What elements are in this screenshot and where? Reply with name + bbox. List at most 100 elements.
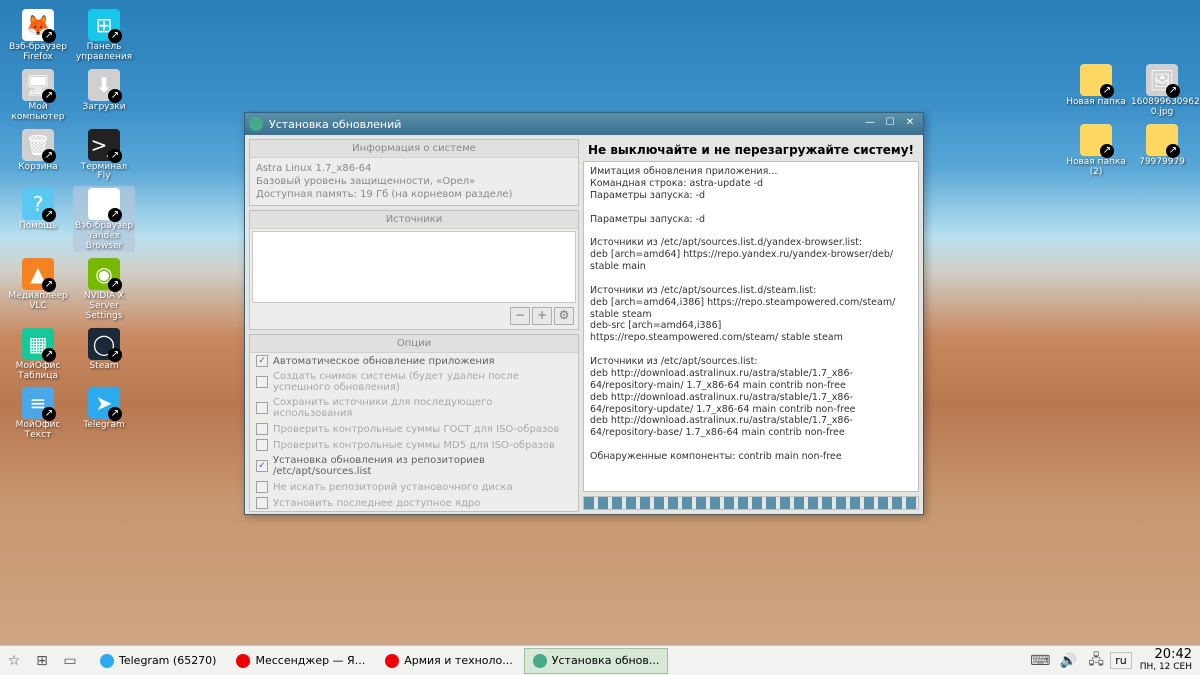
language-indicator[interactable]: ru: [1110, 652, 1132, 669]
desktop-icon-label: Новая папка: [1065, 98, 1127, 108]
downloads-icon: ⬇↗: [88, 69, 120, 101]
sources-list[interactable]: [252, 231, 576, 303]
sysinfo-panel: Информация о системе Astra Linux 1.7_x86…: [249, 139, 579, 206]
start-button[interactable]: ☆: [2, 649, 26, 673]
telegram-icon: ➤↗: [88, 387, 120, 419]
warning-text: Не выключайте и не перезагружайте систем…: [583, 139, 919, 161]
option-5[interactable]: ✓ Установка обновления из репозиториев /e…: [250, 453, 578, 479]
desktop-icon-label: Steam: [73, 362, 135, 372]
source-add-button[interactable]: +: [532, 307, 552, 325]
desktop-icon-label: Вэб-браузер Firefox: [7, 43, 69, 63]
desktop-icon-yandex-browser[interactable]: Y↗Вэб-браузер Yandex Browser: [73, 186, 135, 252]
file-manager-button[interactable]: ▭: [58, 649, 82, 673]
desktop-icon-my-computer[interactable]: 🖥↗Мой компьютер: [7, 67, 69, 123]
desktop-icon-folder2[interactable]: ↗Новая папка (2): [1065, 122, 1127, 178]
volume-icon[interactable]: 🔊: [1056, 649, 1080, 673]
checkbox-icon: [256, 481, 268, 493]
desktop-icon-label: МойОфис Таблица: [7, 362, 69, 382]
firefox-icon: 🦊↗: [22, 9, 54, 41]
desktop-icon-label: Корзина: [7, 163, 69, 173]
telegram-icon: [100, 654, 114, 668]
sysinfo-text: Astra Linux 1.7_x86-64 Базовый уровень з…: [250, 158, 578, 205]
desktop-icon-nvidia[interactable]: ◉↗NVIDIA X Server Settings: [73, 256, 135, 322]
help-icon: ?↗: [22, 188, 54, 220]
desktop-icon-control-panel[interactable]: ⊞↗Панель управления: [73, 7, 135, 63]
desktop-icon-folder[interactable]: ↗ Новая папка: [1065, 62, 1127, 118]
source-settings-button[interactable]: ⚙: [554, 307, 574, 325]
task-label: Мессенджер — Я...: [255, 654, 365, 667]
maximize-button[interactable]: ☐: [881, 117, 899, 132]
options-title: Опции: [250, 335, 578, 353]
taskbar-task-updater[interactable]: Установка обнов...: [524, 648, 669, 674]
log-output[interactable]: Имитация обновления приложения... Команд…: [583, 161, 919, 492]
taskbar-task-yandex1[interactable]: Мессенджер — Я...: [227, 648, 374, 674]
checkbox-icon[interactable]: ✓: [256, 460, 268, 472]
desktop-icon-label: Telegram: [73, 421, 135, 431]
option-6: Не искать репозиторий установочного диск…: [250, 479, 578, 495]
option-label: Установка обновления из репозиториев /et…: [273, 455, 572, 477]
option-label: Установить последнее доступное ядро: [273, 498, 480, 509]
updater-window: Установка обновлений — ☐ ✕ Информация о …: [244, 112, 924, 515]
desktop-icon-label: МойОфис Текст: [7, 421, 69, 441]
keyboard-icon[interactable]: ⌨: [1028, 649, 1052, 673]
checkbox-icon: [256, 423, 268, 435]
option-label: Не искать репозиторий установочного диск…: [273, 482, 513, 493]
desktop-icon-help[interactable]: ?↗ Помощь: [7, 186, 69, 252]
checkbox-icon[interactable]: ✓: [256, 355, 268, 367]
desktop-icon-downloads[interactable]: ⬇↗ Загрузки: [73, 67, 135, 123]
desktop-icon-terminal[interactable]: >_↗Терминал Fly: [73, 127, 135, 183]
updater-icon: [533, 654, 547, 668]
vlc-icon: ▲↗: [22, 258, 54, 290]
options-panel: Опции ✓ Автоматическое обновление приложе…: [249, 334, 579, 512]
option-label: Создать снимок системы (будет удален пос…: [273, 371, 572, 393]
myoffice-text-icon: ≡↗: [22, 387, 54, 419]
close-button[interactable]: ✕: [901, 117, 919, 132]
desktop-icon-trash[interactable]: 🗑↗Корзина: [7, 127, 69, 183]
checkbox-icon: [256, 376, 268, 388]
desktop-icon-label: Новая папка (2): [1065, 158, 1127, 178]
desktop-icon-image1[interactable]: 🖼↗160899630962 0.jpg: [1131, 62, 1193, 118]
network-icon[interactable]: 🖧: [1084, 649, 1108, 673]
yandex2-icon: [385, 654, 399, 668]
window-titlebar[interactable]: Установка обновлений — ☐ ✕: [245, 113, 923, 135]
taskbar-task-telegram[interactable]: Telegram (65270): [91, 648, 225, 674]
source-remove-button[interactable]: −: [510, 307, 530, 325]
minimize-button[interactable]: —: [861, 117, 879, 132]
desktop-icon-firefox[interactable]: 🦊↗Вэб-браузер Firefox: [7, 7, 69, 63]
desktop-icon-steam[interactable]: ◯↗Steam: [73, 326, 135, 382]
my-computer-icon: 🖥↗: [22, 69, 54, 101]
folder3-icon: ↗: [1146, 124, 1178, 156]
clock-time: 20:42: [1140, 648, 1192, 662]
desktop-icon-vlc[interactable]: ▲↗Медиаплеер VLC: [7, 256, 69, 322]
show-desktop-button[interactable]: ⊞: [30, 649, 54, 673]
sysinfo-title: Информация о системе: [250, 140, 578, 158]
desktop-icon-label: Загрузки: [73, 103, 135, 113]
option-label: Автоматическое обновление приложения: [273, 356, 495, 367]
clock[interactable]: 20:42 ПН, 12 СЕН: [1132, 648, 1200, 672]
yandex1-icon: [236, 654, 250, 668]
desktop-icon-myoffice-sheet[interactable]: ▦↗МойОфис Таблица: [7, 326, 69, 382]
option-label: Проверить контрольные суммы MD5 для ISO-…: [273, 440, 555, 451]
option-label: Проверить контрольные суммы ГОСТ для ISO…: [273, 424, 559, 435]
desktop-icon-telegram[interactable]: ➤↗ Telegram: [73, 385, 135, 441]
desktop: 🦊↗Вэб-браузер Firefox⊞↗Панель управления…: [0, 0, 1200, 675]
folder-icon: ↗: [1080, 64, 1112, 96]
desktop-icon-folder3[interactable]: ↗ 79979979: [1131, 122, 1193, 178]
desktop-icon-myoffice-text[interactable]: ≡↗МойОфис Текст: [7, 385, 69, 441]
taskbar: ☆ ⊞ ▭ Telegram (65270) Мессенджер — Я... А…: [0, 645, 1200, 675]
progress-bar: [583, 496, 919, 510]
myoffice-sheet-icon: ▦↗: [22, 328, 54, 360]
desktop-icon-label: 79979979: [1131, 158, 1193, 168]
desktop-icon-label: Помощь: [7, 222, 69, 232]
terminal-icon: >_↗: [88, 129, 120, 161]
desktop-icon-label: NVIDIA X Server Settings: [73, 292, 135, 322]
desktop-icon-label: Медиаплеер VLC: [7, 292, 69, 312]
option-2: Сохранить источники для последующего исп…: [250, 395, 578, 421]
desktop-icon-label: Мой компьютер: [7, 103, 69, 123]
clock-date: ПН, 12 СЕН: [1140, 663, 1192, 673]
option-0[interactable]: ✓ Автоматическое обновление приложения: [250, 353, 578, 369]
taskbar-task-yandex2[interactable]: Армия и техноло...: [376, 648, 522, 674]
desktop-icon-label: Вэб-браузер Yandex Browser: [73, 222, 135, 252]
window-title: Установка обновлений: [269, 118, 401, 131]
option-4: Проверить контрольные суммы MD5 для ISO-…: [250, 437, 578, 453]
